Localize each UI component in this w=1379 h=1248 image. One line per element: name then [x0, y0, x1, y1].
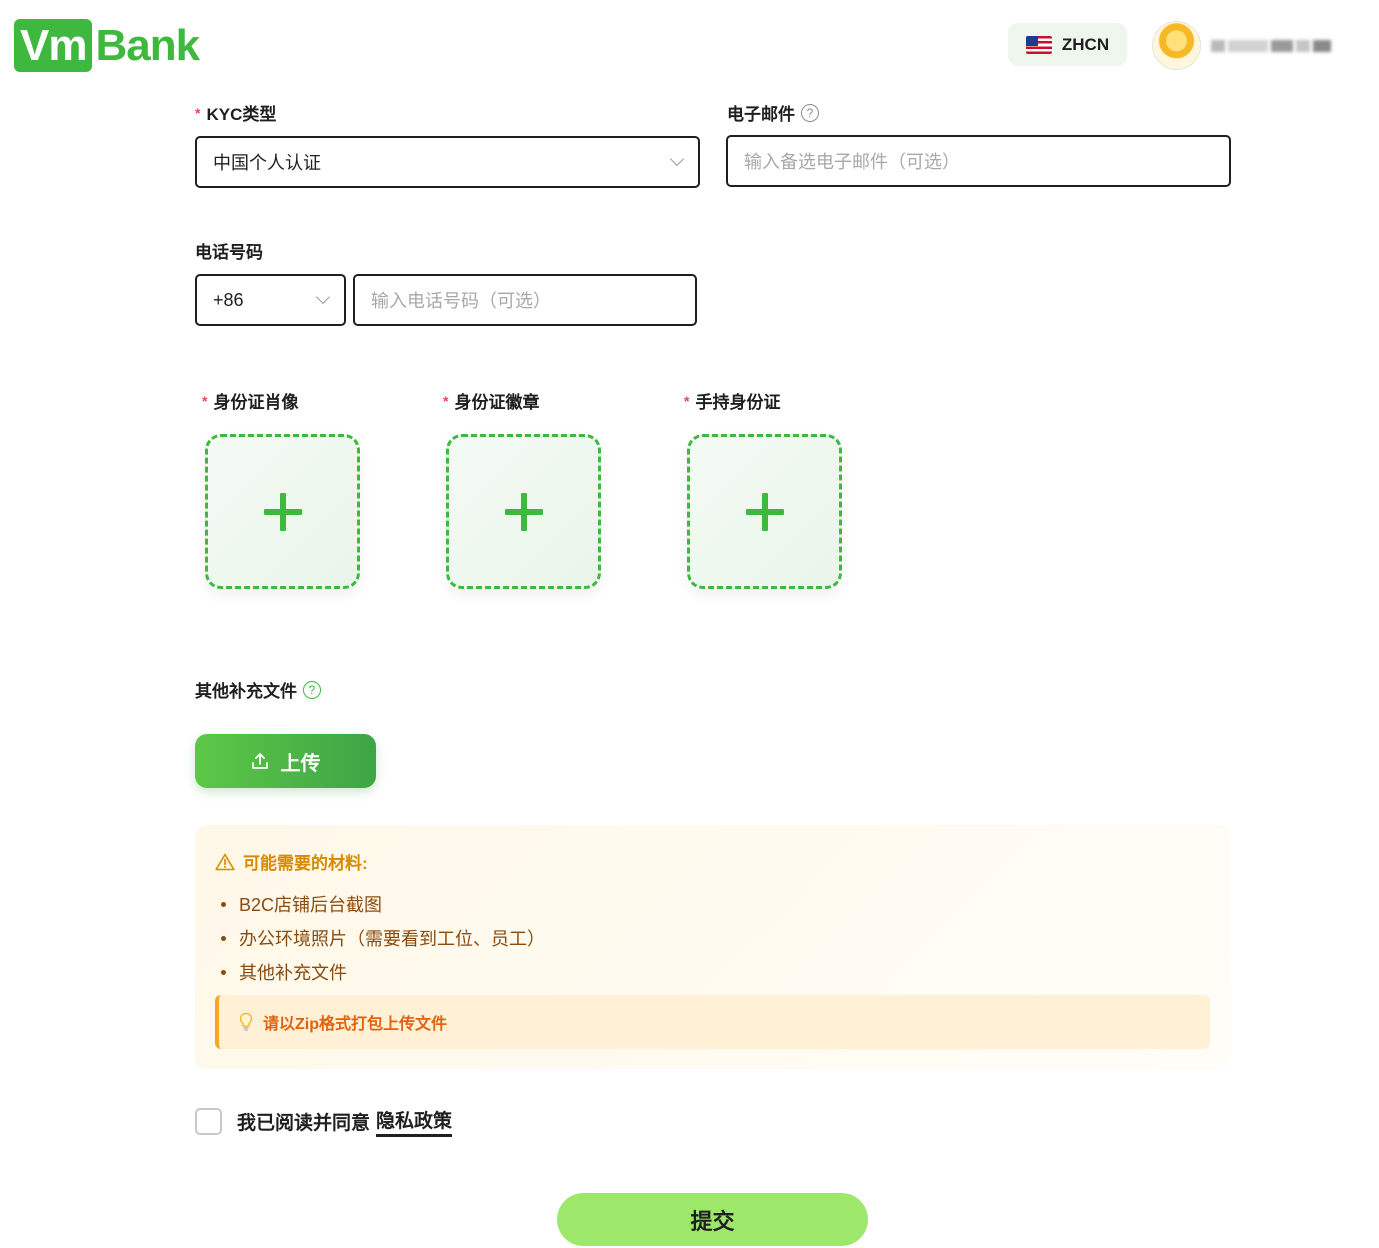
list-item: 办公环境照片（需要看到工位、员工） — [221, 921, 545, 955]
phone-placeholder: 输入电话号码（可选） — [371, 291, 551, 311]
agreement-row: 我已阅读并同意 隐私政策 — [195, 1106, 453, 1137]
plus-icon — [745, 492, 784, 531]
phone-label-row: 电话号码 — [195, 238, 263, 263]
phone-input[interactable]: 输入电话号码（可选） — [353, 274, 697, 326]
country-code-select[interactable]: +86 — [195, 274, 346, 326]
country-code-value: +86 — [213, 289, 244, 310]
id-portrait-label-row: * 身份证肖像 — [202, 388, 298, 413]
email-label-row: 电子邮件 ? — [727, 100, 819, 125]
lightbulb-icon — [239, 1012, 253, 1031]
other-docs-label-row: 其他补充文件 ? — [195, 677, 321, 702]
zip-tip-text: 请以Zip格式打包上传文件 — [263, 1016, 447, 1033]
id-emblem-upload[interactable] — [446, 434, 601, 589]
submit-button[interactable]: 提交 — [557, 1193, 868, 1246]
materials-title: 可能需要的材料: — [243, 854, 368, 873]
materials-list: B2C店铺后台截图 办公环境照片（需要看到工位、员工） 其他补充文件 — [221, 887, 545, 989]
chevron-down-icon — [315, 289, 331, 305]
list-item: 其他补充文件 — [221, 955, 545, 989]
user-avatar[interactable] — [1152, 21, 1201, 70]
upload-button[interactable]: 上传 — [195, 734, 376, 788]
language-label: ZHCN — [1061, 34, 1110, 54]
id-portrait-label: 身份证肖像 — [213, 393, 299, 412]
email-field[interactable]: 输入备选电子邮件（可选） — [726, 135, 1231, 187]
id-emblem-label-row: * 身份证徽章 — [443, 388, 539, 413]
required-mark: * — [202, 392, 208, 409]
us-flag-icon — [1025, 35, 1052, 54]
required-mark: * — [195, 104, 201, 121]
kyc-type-label-row: * KYC类型 — [195, 100, 276, 125]
phone-label: 电话号码 — [195, 243, 263, 262]
other-docs-label: 其他补充文件 — [195, 682, 297, 701]
vmbank-logo[interactable]: Vm Bank — [14, 19, 200, 72]
username-redacted[interactable] — [1211, 36, 1351, 56]
required-mark: * — [684, 392, 690, 409]
upload-icon — [251, 753, 268, 769]
agree-checkbox[interactable] — [195, 1108, 222, 1135]
plus-icon — [504, 492, 543, 531]
zip-tip: 请以Zip格式打包上传文件 — [215, 995, 1210, 1049]
upload-button-label: 上传 — [280, 752, 321, 775]
email-placeholder: 输入备选电子邮件（可选） — [744, 152, 960, 172]
chevron-down-icon — [669, 151, 685, 167]
kyc-type-value: 中国个人认证 — [213, 153, 321, 173]
scroll-mask — [0, 92, 1379, 102]
id-emblem-label: 身份证徽章 — [454, 393, 540, 412]
agreement-text: 我已阅读并同意 — [237, 1113, 371, 1134]
materials-info-panel: 可能需要的材料: B2C店铺后台截图 办公环境照片（需要看到工位、员工） 其他补… — [195, 825, 1230, 1069]
kyc-type-label: KYC类型 — [206, 105, 277, 124]
id-handheld-label: 手持身份证 — [695, 393, 781, 412]
id-handheld-label-row: * 手持身份证 — [684, 388, 780, 413]
list-item: B2C店铺后台截图 — [221, 887, 545, 921]
email-label: 电子邮件 — [727, 105, 795, 124]
plus-icon — [263, 492, 302, 531]
question-circle-icon[interactable]: ? — [303, 680, 321, 699]
language-switcher[interactable]: ZHCN — [1008, 23, 1127, 66]
warning-triangle-icon — [215, 853, 235, 870]
logo-vm-text: Vm — [14, 19, 93, 72]
required-mark: * — [443, 392, 449, 409]
header: Vm Bank ZHCN — [0, 0, 1379, 92]
id-handheld-upload[interactable] — [687, 434, 842, 589]
kyc-type-select[interactable]: 中国个人认证 — [195, 136, 700, 188]
id-portrait-upload[interactable] — [205, 434, 360, 589]
materials-title-row: 可能需要的材料: — [215, 849, 368, 874]
logo-bank-text: Bank — [95, 21, 200, 70]
privacy-policy-link[interactable]: 隐私政策 — [376, 1106, 453, 1137]
question-circle-icon[interactable]: ? — [801, 103, 819, 122]
